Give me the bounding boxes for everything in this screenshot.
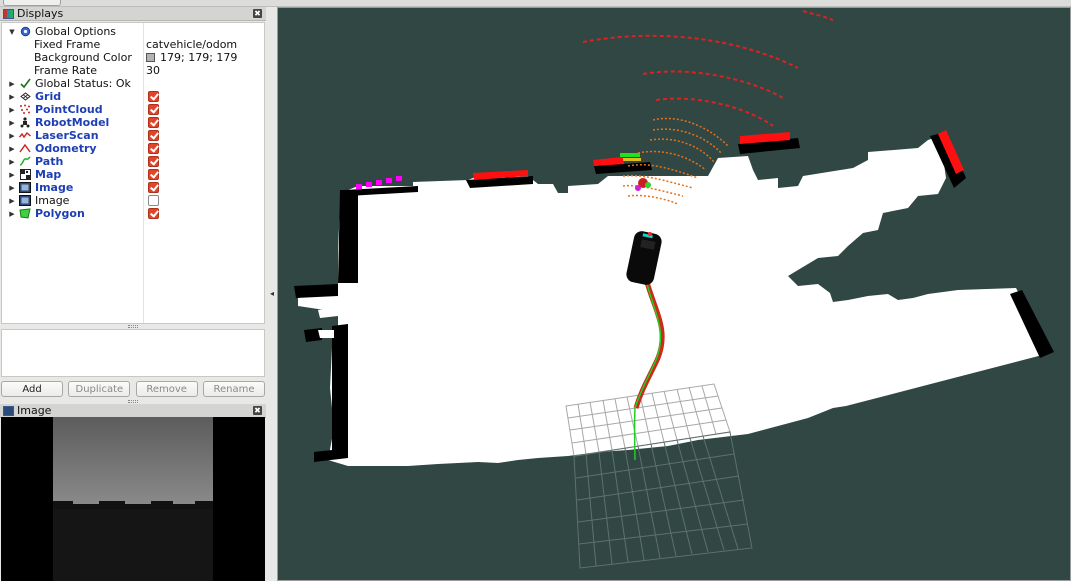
display-enable-checkbox-odometry[interactable] xyxy=(148,143,159,154)
expand-right-icon[interactable]: ▶ xyxy=(8,184,16,192)
laser-scan-arcs xyxy=(582,10,834,127)
display-enable-checkbox-path[interactable] xyxy=(148,156,159,167)
color-swatch xyxy=(146,53,155,62)
close-icon[interactable]: ✖ xyxy=(253,406,262,415)
expand-down-icon[interactable]: ▼ xyxy=(8,28,16,36)
image-panel-icon xyxy=(3,405,14,416)
background-color-value-wrap[interactable]: 179; 179; 179 xyxy=(146,51,237,64)
map-icon xyxy=(19,169,31,180)
tree-row-image-1[interactable]: ▶ Image xyxy=(2,181,264,194)
display-label-odometry: Odometry xyxy=(35,142,97,155)
display-label-polygon: Polygon xyxy=(35,207,85,220)
display-enable-checkbox-image[interactable] xyxy=(148,182,159,193)
expand-right-icon[interactable]: ▶ xyxy=(8,132,16,140)
expand-right-icon[interactable]: ▶ xyxy=(8,119,16,127)
rviz-window: Displays ✖ ▼ Global Options Fixed Frame … xyxy=(0,0,1071,581)
description-box xyxy=(1,329,265,377)
gear-icon xyxy=(19,26,31,37)
top-toolbar-strip xyxy=(0,0,1071,7)
image-panel-titlebar: Image ✖ xyxy=(0,404,266,418)
displays-panel-titlebar: Displays ✖ xyxy=(0,7,266,21)
robotmodel-icon xyxy=(19,117,31,128)
close-icon[interactable]: ✖ xyxy=(253,9,262,18)
display-label-pointcloud: PointCloud xyxy=(35,103,103,116)
tree-row-global-options[interactable]: ▼ Global Options xyxy=(2,25,264,38)
expand-right-icon[interactable]: ▶ xyxy=(8,197,16,205)
tree-row-laserscan[interactable]: ▶ LaserScan xyxy=(2,129,264,142)
add-button[interactable]: Add xyxy=(1,381,63,397)
background-color-label: Background Color xyxy=(34,51,132,64)
fixed-frame-label: Fixed Frame xyxy=(34,38,101,51)
ground-grid-far xyxy=(573,431,753,569)
background-color-value: 179; 179; 179 xyxy=(160,51,238,64)
tree-row-polygon[interactable]: ▶ Polygon xyxy=(2,207,264,220)
dock-splitter[interactable]: ◂ xyxy=(267,7,277,581)
3d-viewport[interactable] xyxy=(277,7,1071,581)
laserscan-icon xyxy=(19,130,31,141)
displays-panel-title: Displays xyxy=(17,7,64,20)
display-label-robotmodel: RobotModel xyxy=(35,116,110,129)
frame-rate-label: Frame Rate xyxy=(34,64,97,77)
occupancy-map xyxy=(294,132,1054,466)
tree-row-frame-rate[interactable]: Frame Rate 30 xyxy=(2,64,264,77)
global-options-label: Global Options xyxy=(35,25,117,38)
tree-row-global-status[interactable]: ▶ Global Status: Ok xyxy=(2,77,264,90)
display-label-grid: Grid xyxy=(35,90,62,103)
pointcloud-icon xyxy=(19,104,31,115)
global-status-label: Global Status: Ok xyxy=(35,77,131,90)
splitter-grip[interactable] xyxy=(128,325,138,328)
display-label-image-disabled: Image xyxy=(35,194,70,207)
camera-image xyxy=(1,417,265,581)
expand-right-icon[interactable]: ▶ xyxy=(8,145,16,153)
display-enable-checkbox-laserscan[interactable] xyxy=(148,130,159,141)
display-label-image: Image xyxy=(35,181,74,194)
display-enable-checkbox-grid[interactable] xyxy=(148,91,159,102)
expand-right-icon[interactable]: ▶ xyxy=(8,106,16,114)
expand-right-icon[interactable]: ▶ xyxy=(8,171,16,179)
frame-rate-value[interactable]: 30 xyxy=(146,64,160,77)
tree-row-robotmodel[interactable]: ▶ RobotModel xyxy=(2,116,264,129)
tree-row-odometry[interactable]: ▶ Odometry xyxy=(2,142,264,155)
display-enable-checkbox-pointcloud[interactable] xyxy=(148,104,159,115)
rename-button[interactable]: Rename xyxy=(202,381,265,397)
image-icon xyxy=(19,182,31,193)
grid-icon xyxy=(19,91,31,102)
display-enable-checkbox-polygon[interactable] xyxy=(148,208,159,219)
tree-row-path[interactable]: ▶ Path xyxy=(2,155,264,168)
image-icon xyxy=(19,195,31,206)
tree-row-pointcloud[interactable]: ▶ PointCloud xyxy=(2,103,264,116)
polygon-icon xyxy=(19,208,31,219)
tree-row-grid[interactable]: ▶ Grid xyxy=(2,90,264,103)
display-enable-checkbox-map[interactable] xyxy=(148,169,159,180)
tree-row-map[interactable]: ▶ Map xyxy=(2,168,264,181)
image-panel-title: Image xyxy=(17,404,52,417)
expand-right-icon[interactable]: ▶ xyxy=(8,80,16,88)
display-label-map: Map xyxy=(35,168,62,181)
display-label-laserscan: LaserScan xyxy=(35,129,99,142)
left-dock: Displays ✖ ▼ Global Options Fixed Frame … xyxy=(0,7,267,581)
expand-right-icon[interactable]: ▶ xyxy=(8,210,16,218)
path-icon xyxy=(19,156,31,167)
collapse-arrow-icon[interactable]: ◂ xyxy=(270,290,274,298)
splitter-grip[interactable] xyxy=(128,400,138,403)
displays-icon xyxy=(3,8,14,19)
remove-button[interactable]: Remove xyxy=(135,381,198,397)
displays-button-bar: Add Duplicate Remove Rename xyxy=(1,381,265,399)
duplicate-button[interactable]: Duplicate xyxy=(68,381,131,397)
tree-row-image-2[interactable]: ▶ Image xyxy=(2,194,264,207)
camera-image-view xyxy=(1,417,265,581)
tree-row-fixed-frame[interactable]: Fixed Frame catvehicle/odom xyxy=(2,38,264,51)
display-label-path: Path xyxy=(35,155,64,168)
odometry-icon xyxy=(19,143,31,154)
displays-tree: ▼ Global Options Fixed Frame catvehicle/… xyxy=(1,22,265,324)
expand-right-icon[interactable]: ▶ xyxy=(8,158,16,166)
display-enable-checkbox-robotmodel[interactable] xyxy=(148,117,159,128)
3d-scene[interactable] xyxy=(278,8,1071,581)
tree-row-background-color[interactable]: Background Color 179; 179; 179 xyxy=(2,51,264,64)
display-enable-checkbox-image-disabled[interactable] xyxy=(148,195,159,206)
checkmark-icon xyxy=(19,78,31,89)
expand-right-icon[interactable]: ▶ xyxy=(8,93,16,101)
toolbar-tab-stub[interactable] xyxy=(3,0,61,6)
fixed-frame-value[interactable]: catvehicle/odom xyxy=(146,38,237,51)
